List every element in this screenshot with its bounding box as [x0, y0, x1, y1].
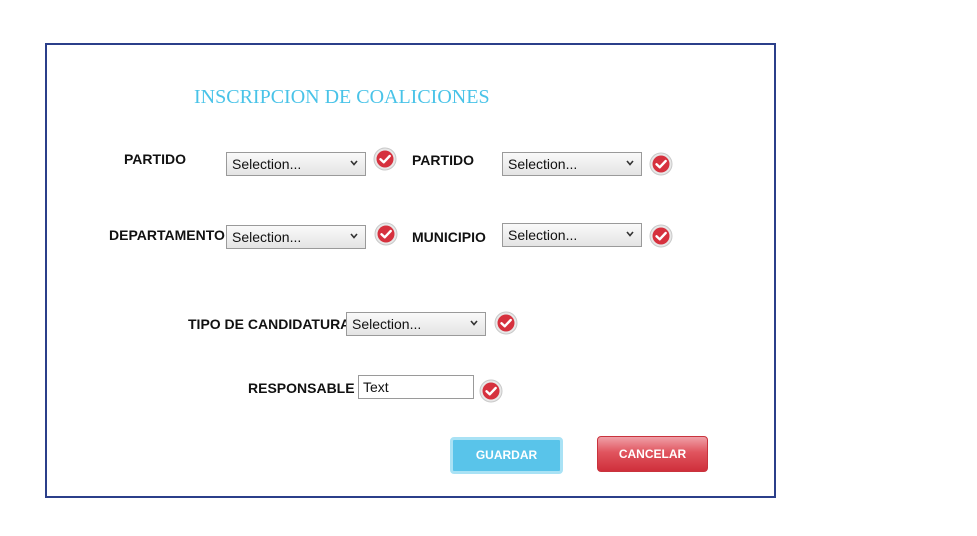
municipio-select[interactable]: Selection...: [502, 223, 642, 247]
chevron-down-icon: [350, 160, 358, 166]
partido-select-1-value: Selection...: [232, 156, 302, 172]
partido-select-2-value: Selection...: [508, 156, 578, 172]
chevron-down-icon: [626, 160, 634, 166]
form-panel: [45, 43, 776, 498]
responsable-input[interactable]: [358, 375, 474, 399]
partido-select-1[interactable]: Selection...: [226, 152, 366, 176]
check-circle-icon: [373, 147, 397, 171]
check-circle-icon: [649, 152, 673, 176]
save-button[interactable]: GUARDAR: [450, 437, 563, 474]
departamento-select[interactable]: Selection...: [226, 225, 366, 249]
tipo-candidatura-select[interactable]: Selection...: [346, 312, 486, 336]
chevron-down-icon: [470, 320, 478, 326]
departamento-select-value: Selection...: [232, 229, 302, 245]
responsable-label: RESPONSABLE: [248, 380, 355, 396]
check-circle-icon: [649, 224, 673, 248]
check-circle-icon: [374, 222, 398, 246]
partido-select-2[interactable]: Selection...: [502, 152, 642, 176]
departamento-label: DEPARTAMENTO: [109, 227, 225, 243]
check-circle-icon: [494, 311, 518, 335]
municipio-select-value: Selection...: [508, 227, 578, 243]
chevron-down-icon: [350, 233, 358, 239]
partido-label-1: PARTIDO: [124, 151, 186, 167]
municipio-label: MUNICIPIO: [412, 229, 486, 245]
form-title: INSCRIPCION DE COALICIONES: [194, 86, 490, 108]
check-circle-icon: [479, 379, 503, 403]
partido-label-2: PARTIDO: [412, 152, 474, 168]
tipo-candidatura-label: TIPO DE CANDIDATURA: [188, 316, 351, 332]
chevron-down-icon: [626, 231, 634, 237]
tipo-candidatura-select-value: Selection...: [352, 316, 422, 332]
cancel-button[interactable]: CANCELAR: [597, 436, 708, 472]
